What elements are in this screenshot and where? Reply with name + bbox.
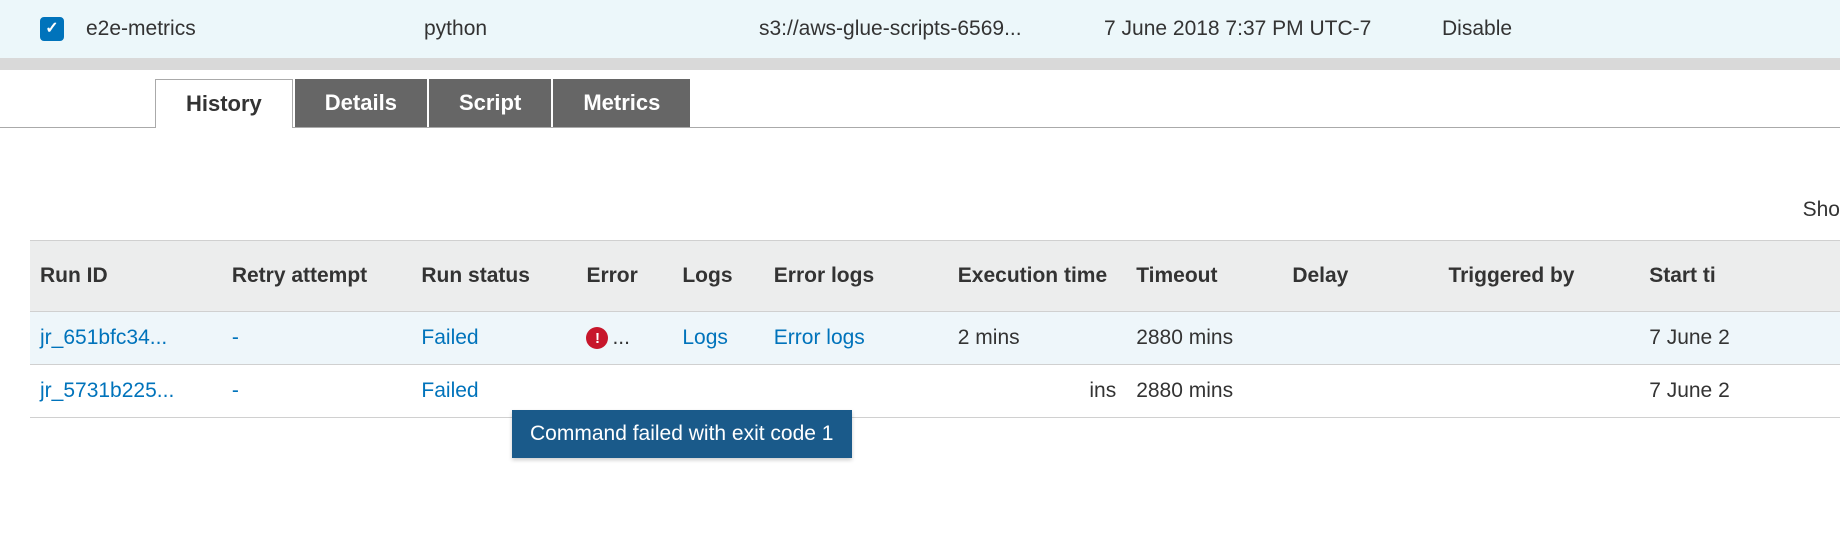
divider — [0, 58, 1840, 70]
job-name: e2e-metrics — [86, 17, 424, 41]
tabs-row: History Details Script Metrics — [0, 70, 1840, 128]
retry-cell: - — [222, 365, 412, 418]
th-run-id[interactable]: Run ID — [30, 241, 222, 312]
show-filter: Sho — [0, 128, 1840, 240]
tab-history[interactable]: History — [155, 79, 293, 128]
th-error-logs[interactable]: Error logs — [764, 241, 948, 312]
retry-cell: - — [222, 312, 412, 365]
tab-details[interactable]: Details — [295, 79, 427, 127]
tab-script[interactable]: Script — [429, 79, 551, 127]
error-ellipsis: ... — [612, 326, 630, 350]
delay-cell — [1282, 312, 1438, 365]
th-exec-time[interactable]: Execution time — [948, 241, 1126, 312]
th-status[interactable]: Run status — [411, 241, 576, 312]
run-id-link[interactable]: jr_5731b225... — [30, 365, 222, 418]
history-table: Run ID Retry attempt Run status Error Lo… — [30, 240, 1840, 418]
table-header-row: Run ID Retry attempt Run status Error Lo… — [30, 241, 1840, 312]
error-tooltip: Command failed with exit code 1 — [512, 410, 852, 458]
delay-cell — [1282, 365, 1438, 418]
th-logs[interactable]: Logs — [672, 241, 763, 312]
exec-time-cell: 2 mins — [948, 312, 1126, 365]
history-table-wrap: Run ID Retry attempt Run status Error Lo… — [0, 240, 1840, 418]
exec-time-cell: ins — [948, 365, 1126, 418]
tab-metrics[interactable]: Metrics — [553, 79, 690, 127]
run-id-link[interactable]: jr_651bfc34... — [30, 312, 222, 365]
table-row[interactable]: jr_5731b225... - Failed ins 2880 mins 7 … — [30, 365, 1840, 418]
start-time-cell: 7 June 2 — [1639, 365, 1840, 418]
table-row[interactable]: jr_651bfc34... - Failed ! ... Logs Error… — [30, 312, 1840, 365]
triggered-by-cell — [1438, 312, 1639, 365]
error-icon: ! — [586, 327, 608, 349]
job-modified-time: 7 June 2018 7:37 PM UTC-7 — [1104, 17, 1442, 41]
start-time-cell: 7 June 2 — [1639, 312, 1840, 365]
status-cell: Failed — [411, 312, 576, 365]
timeout-cell: 2880 mins — [1126, 365, 1282, 418]
th-triggered-by[interactable]: Triggered by — [1438, 241, 1639, 312]
job-row-selected[interactable]: ✓ e2e-metrics python s3://aws-glue-scrip… — [0, 0, 1840, 58]
timeout-cell: 2880 mins — [1126, 312, 1282, 365]
job-s3-location: s3://aws-glue-scripts-6569... — [759, 17, 1104, 41]
job-type: python — [424, 17, 759, 41]
check-icon: ✓ — [45, 21, 58, 37]
th-delay[interactable]: Delay — [1282, 241, 1438, 312]
logs-link[interactable]: Logs — [672, 312, 763, 365]
th-start-time[interactable]: Start ti — [1639, 241, 1840, 312]
th-retry[interactable]: Retry attempt — [222, 241, 412, 312]
job-state: Disable — [1442, 17, 1602, 41]
error-cell[interactable]: ! ... — [576, 312, 672, 365]
job-checkbox[interactable]: ✓ — [40, 17, 64, 41]
error-logs-link[interactable]: Error logs — [764, 312, 948, 365]
th-error[interactable]: Error — [576, 241, 672, 312]
triggered-by-cell — [1438, 365, 1639, 418]
th-timeout[interactable]: Timeout — [1126, 241, 1282, 312]
